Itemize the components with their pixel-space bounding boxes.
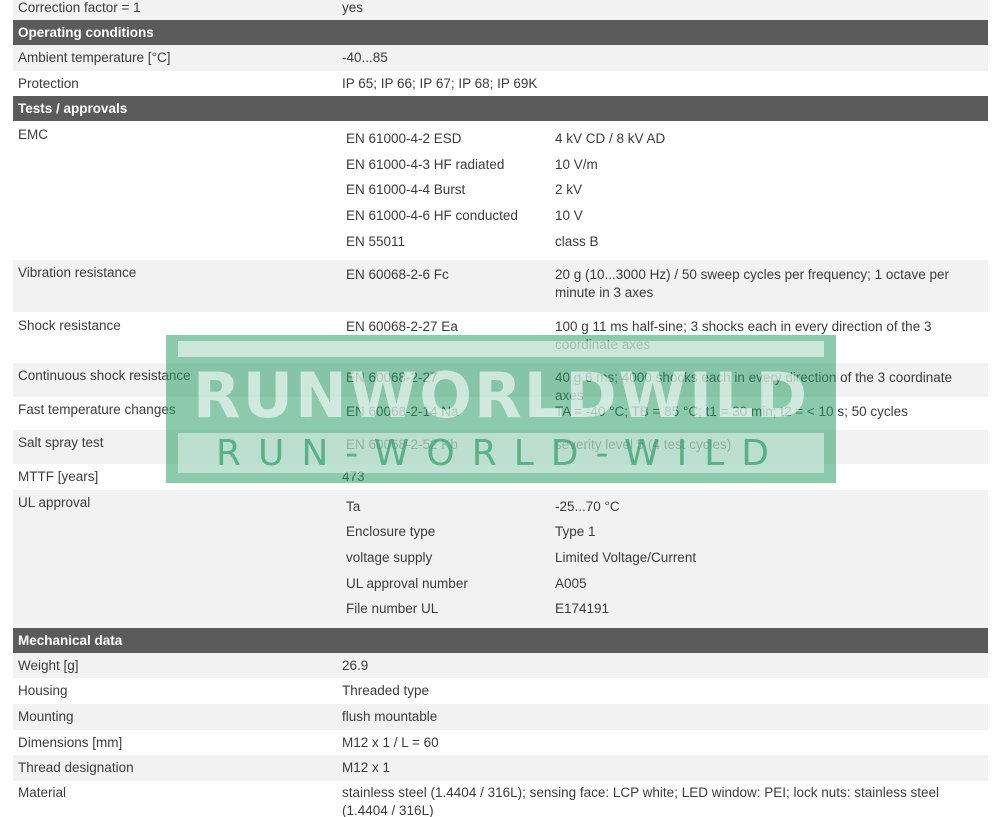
emc-test-item: EN 61000-4-6 HF conducted 10 V <box>342 203 980 229</box>
spec-label: Protection <box>18 75 79 91</box>
vibration-detail: EN 60068-2-6 Fc 20 g (10...3000 Hz) / 50 … <box>338 266 988 306</box>
emc-standard: EN 61000-4-3 HF radiated <box>346 156 505 172</box>
spec-value: 26.9 <box>342 657 369 673</box>
ul-value: E174191 <box>555 601 610 617</box>
spec-label: Dimensions [mm] <box>18 734 123 750</box>
section-header-operating-conditions: Operating conditions <box>13 20 988 45</box>
spec-row-thread-designation: Thread designation M12 x 1 <box>13 755 988 781</box>
ul-item: UL approval number A005 <box>342 571 980 597</box>
spec-row-vibration-resistance: Vibration resistance EN 60068-2-6 Fc 20 g… <box>13 260 988 313</box>
emc-standard: EN 61000-4-4 Burst <box>346 182 466 198</box>
spec-value: flush mountable <box>342 708 438 724</box>
spec-row-salt-spray-test: Salt spray test EN 60068-2-52 Kb severity… <box>13 430 988 465</box>
ul-item: Enclosure type Type 1 <box>342 519 980 545</box>
ul-key: voltage supply <box>346 549 433 565</box>
spec-label: Ambient temperature [°C] <box>18 50 171 65</box>
spec-row-correction-factor: Correction factor = 1 yes <box>13 0 988 20</box>
salt-spray-standard: EN 60068-2-52 Kb <box>346 437 458 453</box>
spec-value: -40...85 <box>342 50 388 65</box>
spec-row-ul-approval: UL approval Ta -25...70 °C Enclosure type… <box>13 489 988 628</box>
emc-standard: EN 61000-4-6 HF conducted <box>346 207 518 223</box>
spec-value: M12 x 1 / L = 60 <box>342 734 439 750</box>
spec-label: Vibration resistance <box>18 265 137 281</box>
vibration-standard: EN 60068-2-6 Fc <box>346 267 449 283</box>
ul-key: File number UL <box>346 601 439 617</box>
spec-value: yes <box>342 0 364 15</box>
spec-value: Threaded type <box>342 683 430 699</box>
temp-change-value: TA = -40 °C; TB = 85 °C; t1 = 30 min; t2… <box>555 404 908 420</box>
spec-value: M12 x 1 <box>342 760 391 776</box>
emc-value: class B <box>555 233 599 249</box>
ul-approval-list: Ta -25...70 °C Enclosure type Type 1 volta… <box>338 490 988 628</box>
spec-label: Continuous shock resistance <box>18 368 191 384</box>
spec-label: Correction factor = 1 <box>18 0 141 15</box>
spec-row-material: Material stainless steel (1.4404 / 316L)… <box>13 780 988 817</box>
spec-row-continuous-shock-resistance: Continuous shock resistance EN 60068-2-2… <box>13 363 988 404</box>
ul-value: Limited Voltage/Current <box>555 549 697 565</box>
spec-row-dimensions: Dimensions [mm] M12 x 1 / L = 60 <box>13 729 988 756</box>
ul-value: -25...70 °C <box>555 498 620 514</box>
shock-detail: EN 60068-2-27 Ea 100 g 11 ms half-sine; 3… <box>338 318 988 357</box>
emc-value: 10 V/m <box>555 156 598 172</box>
ul-key: Ta <box>346 498 361 514</box>
spec-row-mounting: Mounting flush mountable <box>13 703 988 730</box>
vibration-value: 20 g (10...3000 Hz) / 50 sweep cycles pe… <box>555 267 949 301</box>
spec-label: Weight [g] <box>18 657 79 673</box>
spec-row-protection: Protection IP 65; IP 66; IP 67; IP 68; I… <box>13 70 988 97</box>
ul-item: File number UL E174191 <box>342 596 980 622</box>
spec-row-shock-resistance: Shock resistance EN 60068-2-27 Ea 100 g 1… <box>13 312 988 364</box>
spec-label: Fast temperature changes <box>18 402 176 418</box>
shock-value: 100 g 11 ms half-sine; 3 shocks each in … <box>555 319 932 353</box>
spec-label: MTTF [years] <box>18 469 99 485</box>
spec-label: Thread designation <box>18 760 134 776</box>
spec-row-emc: EMC EN 61000-4-2 ESD 4 kV CD / 8 kV AD EN… <box>13 121 988 261</box>
spec-table: Correction factor = 1 yes Operating cond… <box>13 0 988 817</box>
spec-label: UL approval <box>18 494 91 510</box>
salt-spray-value: severity level 5 (4 test cycles) <box>555 437 732 453</box>
emc-test-item: EN 61000-4-4 Burst 2 kV <box>342 177 980 203</box>
ul-item: voltage supply Limited Voltage/Current <box>342 545 980 571</box>
spec-value: stainless steel (1.4404 / 316L); sensing… <box>342 784 940 817</box>
emc-value: 4 kV CD / 8 kV AD <box>555 131 666 147</box>
ul-value: A005 <box>555 575 587 591</box>
section-header-mechanical-data: Mechanical data <box>13 627 988 653</box>
spec-row-fast-temperature-changes: Fast temperature changes EN 60068-2-14 N… <box>13 397 988 431</box>
spec-label: Shock resistance <box>18 318 121 334</box>
salt-spray-detail: EN 60068-2-52 Kb severity level 5 (4 test… <box>338 436 988 458</box>
emc-standard: EN 61000-4-2 ESD <box>346 131 462 147</box>
spec-label: EMC <box>18 127 48 143</box>
ul-key: Enclosure type <box>346 524 436 540</box>
spec-row-weight: Weight [g] 26.9 <box>13 652 988 679</box>
continuous-shock-detail: EN 60068-2-27 40 g 6 ms; 4000 shocks each… <box>338 369 988 404</box>
emc-test-item: EN 55011 class B <box>342 229 980 255</box>
shock-standard: EN 60068-2-27 Ea <box>346 319 458 335</box>
spec-label: Mounting <box>18 708 74 724</box>
spec-value: IP 65; IP 66; IP 67; IP 68; IP 69K <box>342 75 538 91</box>
section-header-tests-approvals: Tests / approvals <box>13 96 988 122</box>
spec-label: Housing <box>18 683 68 699</box>
emc-standard: EN 55011 <box>346 233 406 249</box>
emc-test-item: EN 61000-4-3 HF radiated 10 V/m <box>342 152 980 178</box>
spec-label: Salt spray test <box>18 435 104 451</box>
spec-row-ambient-temperature: Ambient temperature [°C] -40...85 <box>13 45 988 71</box>
spec-label: Material <box>18 784 67 800</box>
spec-row-mttf: MTTF [years] 473 <box>13 464 988 490</box>
temp-change-detail: EN 60068-2-14 Na TA = -40 °C; TB = 85 °C;… <box>338 403 988 424</box>
ul-item: Ta -25...70 °C <box>342 494 980 520</box>
continuous-shock-value: 40 g 6 ms; 4000 shocks each in every dir… <box>555 370 952 404</box>
temp-change-standard: EN 60068-2-14 Na <box>346 404 459 420</box>
ul-value: Type 1 <box>555 524 596 540</box>
emc-value: 2 kV <box>555 182 583 198</box>
ul-key: UL approval number <box>346 575 468 591</box>
emc-value: 10 V <box>555 207 583 223</box>
emc-test-item: EN 61000-4-2 ESD 4 kV CD / 8 kV AD <box>342 126 980 152</box>
spec-value: 473 <box>342 469 365 485</box>
continuous-shock-standard: EN 60068-2-27 <box>346 370 438 386</box>
spec-row-housing: Housing Threaded type <box>13 678 988 704</box>
emc-test-list: EN 61000-4-2 ESD 4 kV CD / 8 kV AD EN 610… <box>338 121 988 260</box>
